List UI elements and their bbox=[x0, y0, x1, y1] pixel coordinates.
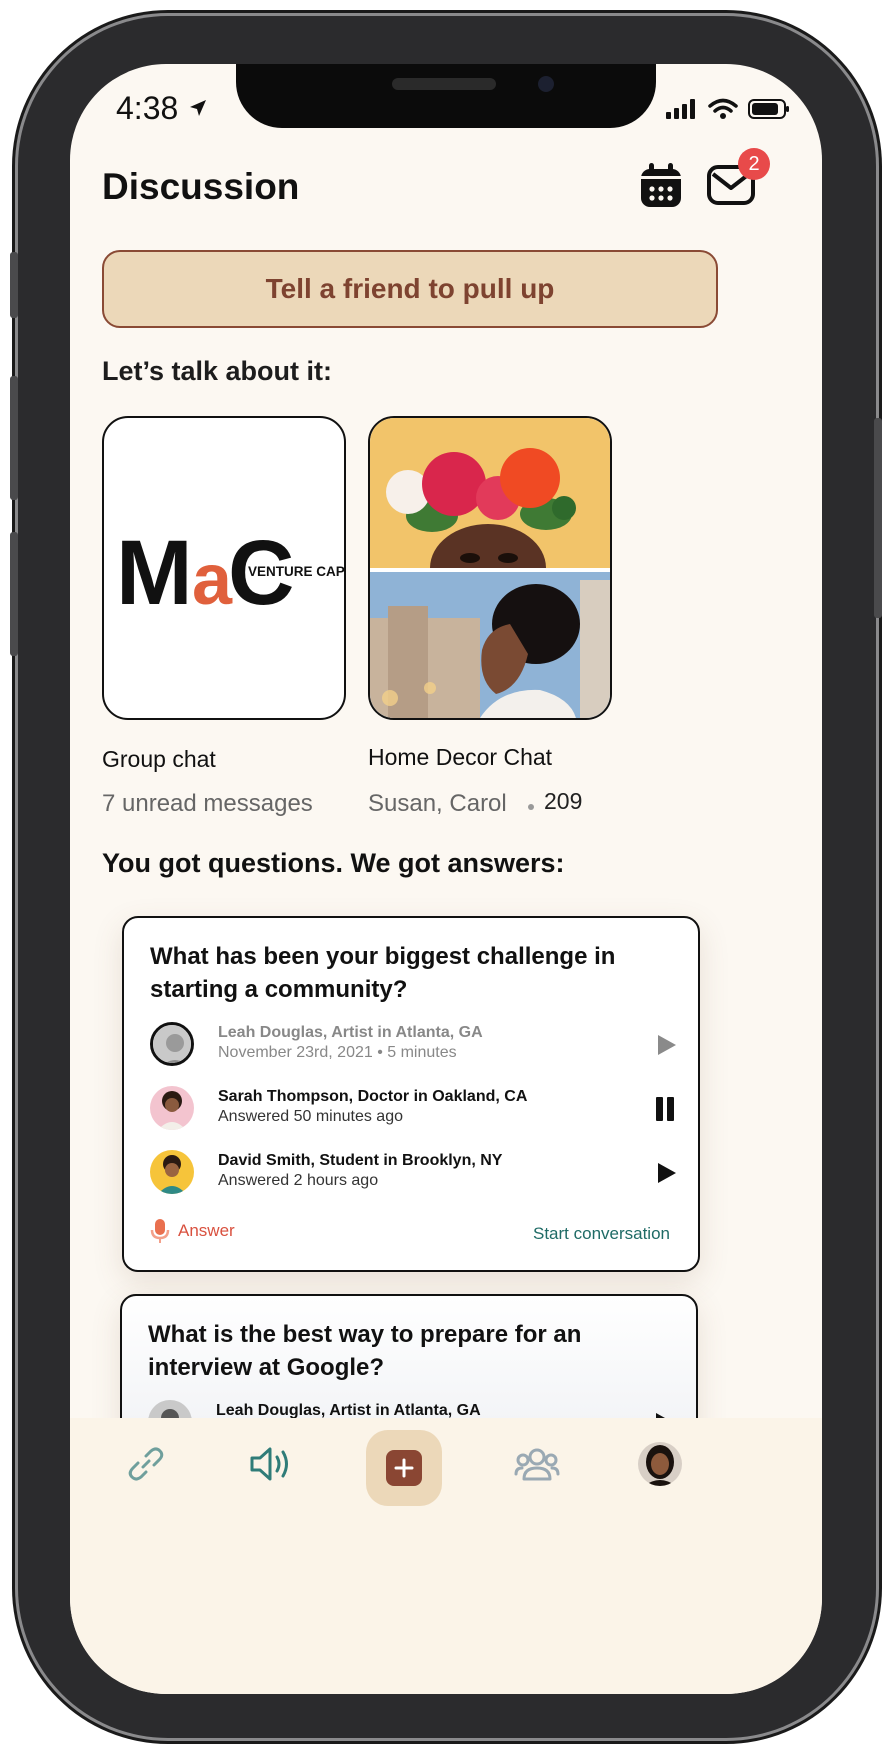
separator-dot bbox=[528, 804, 534, 810]
start-conversation-link[interactable]: Start conversation bbox=[533, 1224, 670, 1244]
answerer-name: Sarah Thompson, Doctor in Oakland, CA bbox=[218, 1088, 528, 1105]
tab-audio[interactable] bbox=[248, 1444, 292, 1489]
bottom-tab-bar bbox=[70, 1418, 822, 1694]
svg-text:a: a bbox=[192, 540, 233, 620]
qa-section-title: You got questions. We got answers: bbox=[102, 848, 565, 878]
create-icon bbox=[386, 1450, 422, 1486]
battery-icon bbox=[748, 99, 789, 119]
app-screen: 4:38 Discussion 2 Tell a friend to pull … bbox=[70, 64, 822, 1694]
mac-venture-capital-logo: M a C VENTURE CAPITAL bbox=[116, 522, 344, 624]
question-text: What has been your biggest challenge in … bbox=[150, 943, 616, 1003]
answerer-name: David Smith, Student in Brooklyn, NY bbox=[218, 1152, 503, 1169]
volume-up-button bbox=[10, 376, 18, 500]
pause-icon[interactable] bbox=[650, 1094, 680, 1124]
question-card[interactable]: What has been your biggest challenge in … bbox=[122, 916, 700, 1272]
silent-switch bbox=[10, 252, 18, 318]
answer-button[interactable]: Answer bbox=[150, 1218, 235, 1244]
status-time: 4:38 bbox=[116, 90, 179, 126]
talk-section-title: Let’s talk about it: bbox=[102, 356, 333, 386]
svg-text:M: M bbox=[116, 522, 187, 624]
power-button bbox=[874, 418, 882, 618]
people-icon bbox=[514, 1448, 560, 1481]
play-icon[interactable] bbox=[650, 1158, 680, 1188]
calendar-button[interactable] bbox=[638, 162, 684, 215]
play-icon[interactable] bbox=[650, 1030, 680, 1060]
link-icon bbox=[128, 1447, 164, 1481]
answer-meta: Answered 50 minutes ago bbox=[218, 1108, 403, 1125]
front-camera bbox=[538, 76, 554, 92]
calendar-icon bbox=[641, 163, 681, 207]
location-arrow-icon bbox=[190, 100, 206, 116]
svg-text:VENTURE CAPITAL: VENTURE CAPITAL bbox=[248, 564, 344, 579]
tab-links[interactable] bbox=[126, 1444, 166, 1489]
answer-row[interactable]: David Smith, Student in Brooklyn, NY Ans… bbox=[150, 1150, 680, 1200]
notch bbox=[236, 64, 656, 128]
answer-meta: Answered 2 hours ago bbox=[218, 1172, 379, 1189]
avatar bbox=[150, 1150, 194, 1194]
avatar bbox=[150, 1086, 194, 1130]
chat-subtitle: Susan, Carol bbox=[368, 790, 507, 817]
chat-name: Home Decor Chat bbox=[368, 744, 553, 770]
invite-friend-button[interactable]: Tell a friend to pull up bbox=[102, 250, 718, 328]
tab-community[interactable] bbox=[514, 1444, 560, 1489]
avatar bbox=[150, 1022, 194, 1066]
profile-avatar[interactable] bbox=[638, 1442, 682, 1486]
answer-label: Answer bbox=[178, 1221, 235, 1240]
home-decor-chat-card[interactable] bbox=[368, 416, 612, 720]
answer-row[interactable]: Leah Douglas, Artist in Atlanta, GA Nove… bbox=[150, 1022, 680, 1072]
home-decor-photo-collage bbox=[370, 418, 610, 718]
group-chat-card[interactable]: M a C VENTURE CAPITAL bbox=[102, 416, 346, 720]
question-text: What is the best way to prepare for an i… bbox=[148, 1321, 582, 1381]
volume-down-button bbox=[10, 532, 18, 656]
microphone-icon bbox=[150, 1219, 170, 1243]
answerer-name: Leah Douglas, Artist in Atlanta, GA bbox=[218, 1024, 483, 1041]
cellular-signal-icon bbox=[666, 99, 695, 119]
chat-name: Group chat bbox=[102, 746, 216, 772]
unread-badge: 2 bbox=[738, 148, 770, 180]
wifi-icon bbox=[708, 98, 738, 119]
page-title: Discussion bbox=[102, 166, 300, 207]
status-icons bbox=[666, 98, 790, 120]
answer-meta: November 23rd, 2021 • 5 minutes bbox=[218, 1044, 457, 1061]
create-button[interactable] bbox=[366, 1430, 442, 1506]
answer-row[interactable]: Sarah Thompson, Doctor in Oakland, CA An… bbox=[150, 1086, 680, 1136]
chat-member-count: 209 bbox=[544, 788, 583, 814]
audio-icon bbox=[250, 1447, 288, 1481]
speaker bbox=[392, 78, 496, 90]
chat-subtitle: 7 unread messages bbox=[102, 790, 313, 817]
